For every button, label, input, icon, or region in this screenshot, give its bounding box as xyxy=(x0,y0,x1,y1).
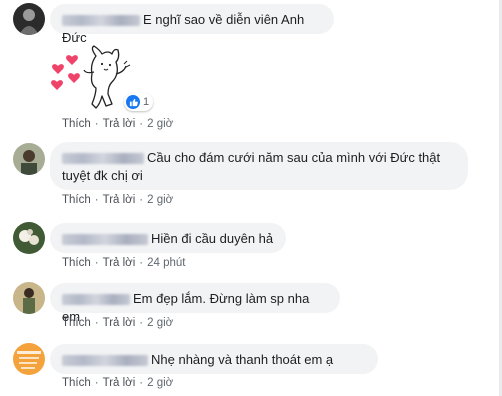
reply-link[interactable]: Trả lời xyxy=(103,257,136,269)
comment-bubble: Hiền đi cầu duyên hả xyxy=(50,223,286,253)
avatar[interactable] xyxy=(13,3,45,35)
author-name[interactable] xyxy=(62,153,144,165)
comment-text-line1: Cầu cho đám cưới năm sau của mình với Đứ… xyxy=(147,150,441,165)
author-name[interactable] xyxy=(62,355,148,367)
comment-bubble: E nghĩ sao về diễn viên Anh Đức xyxy=(50,4,334,45)
reaction-count: 1 xyxy=(143,96,150,108)
author-name[interactable] xyxy=(62,15,140,27)
reply-link[interactable]: Trả lời xyxy=(103,118,136,130)
like-link[interactable]: Thích xyxy=(62,194,91,206)
like-link[interactable]: Thích xyxy=(62,377,91,389)
like-link[interactable]: Thích xyxy=(62,118,91,130)
reply-link[interactable]: Trả lời xyxy=(103,194,136,206)
timestamp[interactable]: 2 giờ xyxy=(147,118,173,130)
timestamp[interactable]: 2 giờ xyxy=(147,194,173,206)
comment-actions: Thích · Trả lời · 2 giờ xyxy=(62,194,174,206)
comment-text: Hiền đi cầu duyên hả xyxy=(151,231,274,246)
reply-link[interactable]: Trả lời xyxy=(103,317,136,329)
avatar[interactable] xyxy=(13,222,45,254)
reply-link[interactable]: Trả lời xyxy=(103,377,136,389)
avatar[interactable] xyxy=(13,343,45,375)
avatar[interactable] xyxy=(13,143,45,175)
avatar[interactable] xyxy=(13,282,45,314)
timestamp[interactable]: 24 phút xyxy=(147,257,185,269)
comment-actions: Thích · Trả lời · 24 phút xyxy=(62,257,186,269)
comment-actions: Thích · Trả lời · 2 giờ xyxy=(62,377,174,389)
timestamp[interactable]: 2 giờ xyxy=(147,377,173,389)
comment-bubble: Nhẹ nhàng và thanh thoát em ạ xyxy=(50,344,378,374)
comment-text-line2: tuyệt đk chị ơi xyxy=(62,168,143,183)
like-link[interactable]: Thích xyxy=(62,257,91,269)
reaction-badge[interactable]: 1 xyxy=(124,93,154,111)
comment-bubble: Cầu cho đám cưới năm sau của mình với Đứ… xyxy=(50,142,468,190)
sticker xyxy=(50,44,135,114)
comment-actions: Thích · Trả lời · 2 giờ xyxy=(62,118,174,130)
comment-bubble: Em đẹp lắm. Đừng làm sp nha em xyxy=(50,283,340,324)
author-name[interactable] xyxy=(62,234,148,246)
like-icon xyxy=(126,95,140,109)
comment-actions: Thích · Trả lời · 2 giờ xyxy=(62,317,174,329)
timestamp[interactable]: 2 giờ xyxy=(147,317,173,329)
comment-text: Nhẹ nhàng và thanh thoát em ạ xyxy=(151,352,334,367)
like-link[interactable]: Thích xyxy=(62,317,91,329)
author-name[interactable] xyxy=(62,294,130,306)
